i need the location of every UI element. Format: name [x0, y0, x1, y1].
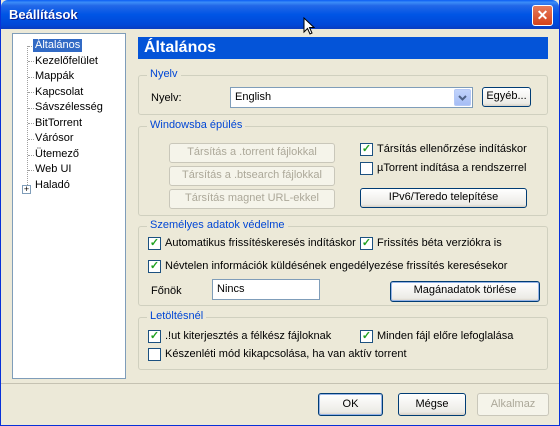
auto-update-checkbox[interactable]: ✓	[148, 237, 161, 250]
standby-label: Készenléti mód kikapcsolása, ha van aktí…	[165, 348, 407, 360]
tree-item-kezelofelulet[interactable]: Kezelőfelület	[35, 55, 98, 68]
downloads-group-label: Letöltésnél	[147, 310, 207, 322]
tree-connector	[28, 155, 34, 156]
tree-connector	[28, 139, 34, 140]
tree-connector	[28, 123, 34, 124]
tree-connector	[28, 61, 34, 62]
tree-connector	[28, 77, 34, 78]
check-association-label: Társítás ellenőrzése indításkor	[377, 143, 527, 155]
language-select[interactable]: English	[230, 87, 473, 108]
chevron-down-icon[interactable]	[454, 89, 471, 106]
ut-extension-label: .!ut kiterjesztés a félkész fájloknak	[165, 330, 332, 342]
beta-update-checkbox[interactable]: ✓	[360, 237, 373, 250]
tree-item-altalanos[interactable]: Általános	[33, 39, 83, 52]
check-association-checkbox[interactable]: ✓	[360, 143, 373, 156]
window-title: Beállítások	[9, 7, 78, 22]
tree-item-halado[interactable]: Haladó	[35, 179, 70, 192]
ok-button[interactable]: OK	[318, 393, 383, 416]
language-label: Nyelv:	[151, 92, 182, 104]
beta-update-label: Frissítés béta verziókra is	[377, 237, 502, 249]
close-button[interactable]: ✕	[532, 5, 553, 26]
privacy-group: Személyes adatok védelme ✓ Automatikus f…	[138, 219, 548, 306]
ipv6-teredo-button[interactable]: IPv6/Teredo telepítése	[360, 188, 527, 208]
tree-connector	[27, 46, 28, 189]
privacy-group-label: Személyes adatok védelme	[147, 219, 288, 231]
start-with-system-checkbox[interactable]	[360, 162, 373, 175]
associate-magnet-button[interactable]: Társítás magnet URL-ekkel	[169, 189, 335, 209]
clear-private-data-button[interactable]: Magánadatok törlése	[390, 281, 540, 302]
standby-checkbox[interactable]	[148, 348, 161, 361]
preallocate-checkbox[interactable]: ✓	[360, 330, 373, 343]
language-group-label: Nyelv	[147, 68, 181, 80]
ut-extension-checkbox[interactable]: ✓	[148, 330, 161, 343]
tree-connector	[28, 108, 34, 109]
associate-btsearch-button[interactable]: Társítás a .btsearch fájlokkal	[169, 166, 335, 186]
preallocate-label: Minden fájl előre lefoglalása	[377, 330, 514, 342]
language-group: Nyelv Nyelv: English Egyéb...	[138, 68, 548, 115]
expand-icon[interactable]: +	[22, 185, 31, 194]
start-with-system-label: µTorrent indítása a rendszerrel	[377, 162, 527, 174]
tree-item-kapcsolat[interactable]: Kapcsolat	[35, 86, 83, 99]
tree-item-web-ui[interactable]: Web UI	[35, 163, 71, 176]
associate-torrent-button[interactable]: Társítás a .torrent fájlokkal	[169, 143, 335, 163]
language-select-value: English	[235, 91, 272, 103]
mouse-cursor-icon	[303, 17, 315, 35]
downloads-group: Letöltésnél ✓ .!ut kiterjesztés a félkés…	[138, 310, 548, 370]
tree-connector	[28, 170, 34, 171]
tree-item-mappak[interactable]: Mappák	[35, 70, 74, 83]
page-title: Általános	[138, 37, 548, 59]
tree-item-bittorrent[interactable]: BitTorrent	[35, 117, 82, 130]
boss-label: Főnök	[151, 285, 182, 297]
cancel-button[interactable]: Mégse	[398, 393, 466, 416]
settings-window: Beállítások ✕ Általános Kezelőfelület Ma…	[0, 0, 560, 426]
settings-tree[interactable]: Általános Kezelőfelület Mappák Kapcsolat…	[12, 33, 126, 379]
footer-divider	[1, 383, 559, 384]
auto-update-label: Automatikus frissítéskeresés indításkor	[165, 237, 356, 249]
tree-item-savszelesseg[interactable]: Sávszélesség	[35, 101, 103, 114]
other-language-button[interactable]: Egyéb...	[482, 87, 531, 107]
boss-key-field[interactable]: Nincs	[212, 279, 320, 300]
tree-item-utemezo[interactable]: Ütemező	[35, 148, 79, 161]
title-bar[interactable]: Beállítások ✕	[1, 0, 559, 29]
tree-connector	[28, 92, 34, 93]
tree-item-varosor[interactable]: Várósor	[35, 132, 74, 145]
windows-integration-group-label: Windowsba épülés	[147, 119, 246, 131]
anonymous-info-label: Névtelen információk küldésének engedély…	[165, 260, 508, 272]
anonymous-info-checkbox[interactable]: ✓	[148, 260, 161, 273]
close-icon: ✕	[536, 7, 549, 23]
windows-integration-group: Windowsba épülés Társítás a .torrent fáj…	[138, 119, 548, 216]
apply-button[interactable]: Alkalmaz	[477, 393, 549, 416]
